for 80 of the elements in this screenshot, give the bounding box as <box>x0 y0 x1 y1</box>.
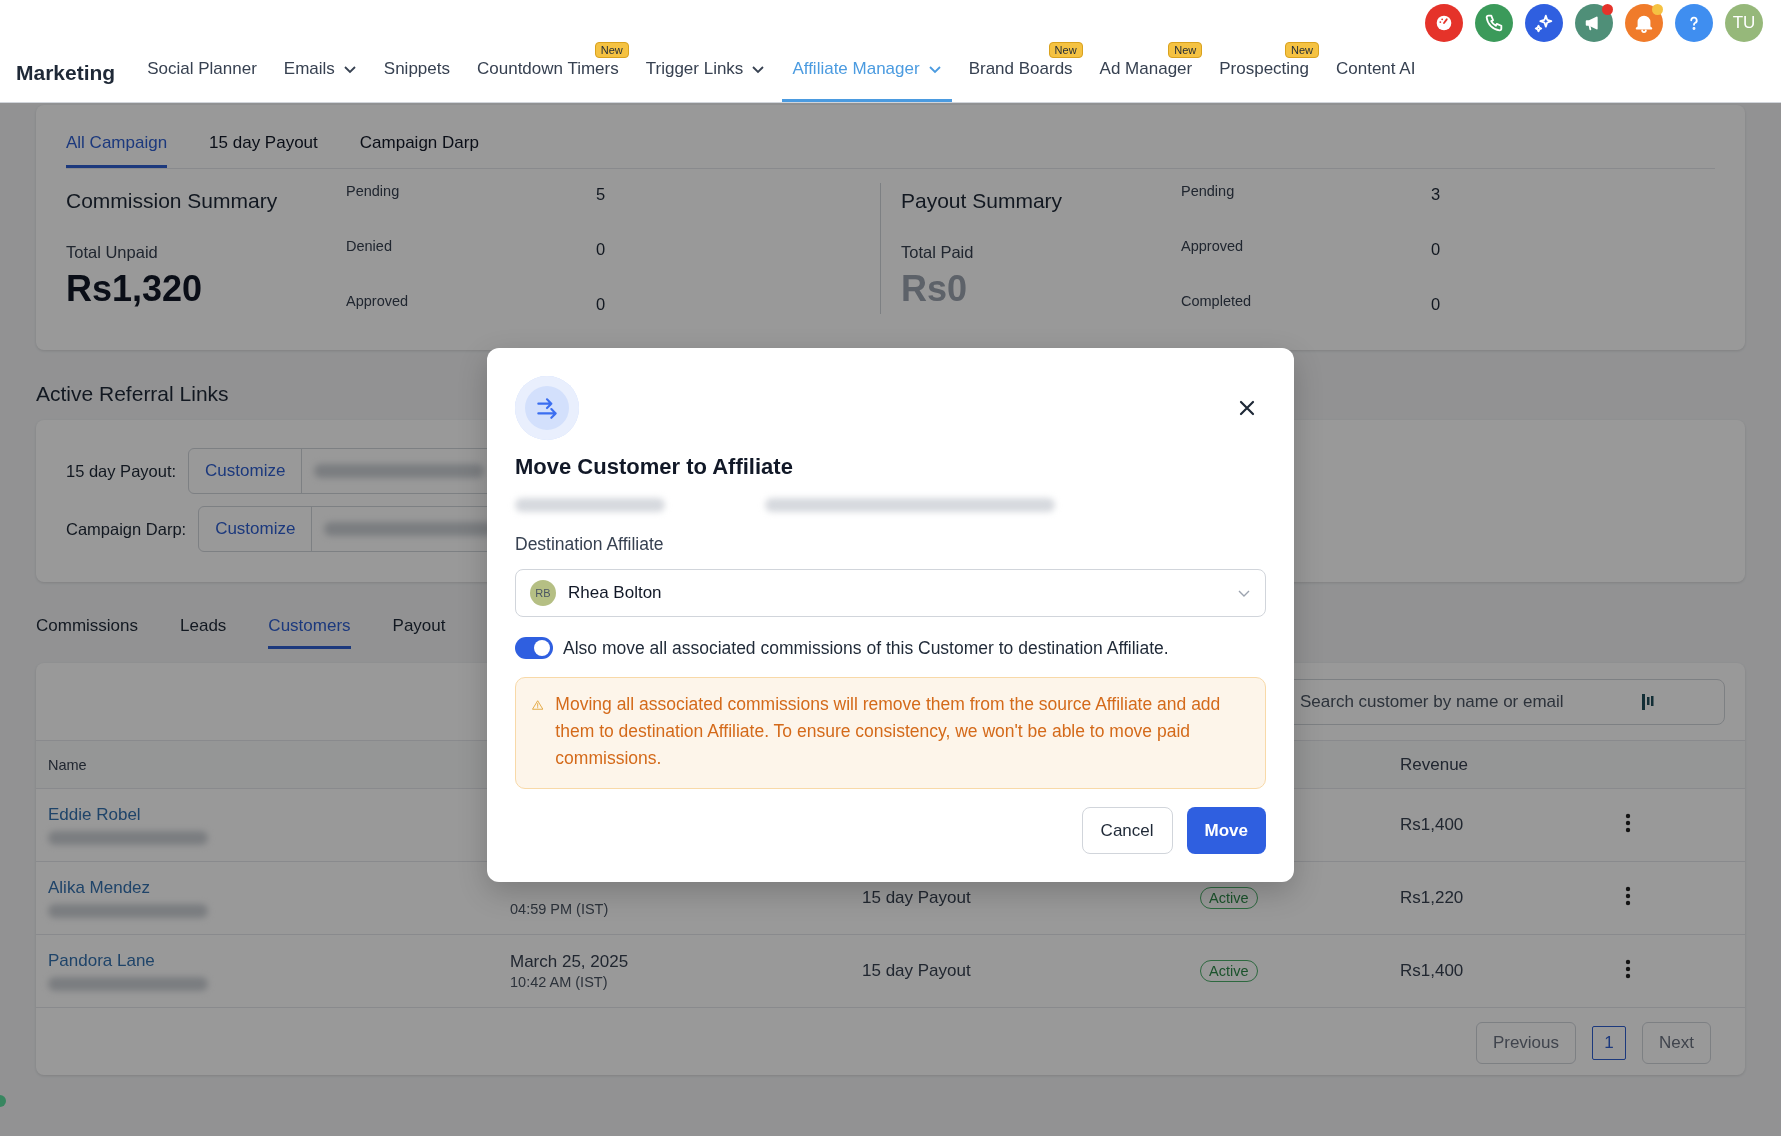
bell-button[interactable] <box>1625 4 1663 42</box>
campaign-name: 15 day Payout <box>862 888 971 907</box>
nav-tab[interactable]: New Ad Manager <box>1089 42 1203 102</box>
nav-tab[interactable]: Trigger Links <box>635 42 776 102</box>
time-text: 04:59 PM (IST) <box>510 901 610 917</box>
total-label: Total Unpaid <box>66 243 159 262</box>
more-options-icon[interactable] <box>1625 813 1631 833</box>
stat-label: Completed <box>1181 293 1253 311</box>
section-title: Active Referral Links <box>36 382 230 406</box>
app-title: Marketing <box>16 61 116 85</box>
move-button[interactable]: Move <box>1186 807 1266 854</box>
revenue-amount: Rs1,220 <box>1400 888 1464 907</box>
total-amount: Rs1,320 <box>66 268 204 310</box>
revenue-amount: Rs1,400 <box>1400 961 1464 980</box>
page-button[interactable]: 1 <box>1592 1026 1627 1060</box>
section-tab[interactable]: Payout <box>392 610 446 649</box>
link-label: Campaign Darp: <box>66 519 187 539</box>
customer-name-link[interactable]: Pandora Lane <box>48 951 510 971</box>
stat-value: 0 <box>596 295 606 314</box>
stat-label: Pending <box>1181 183 1236 201</box>
stat-label: Approved <box>1181 238 1245 256</box>
toggle-label: Also move all associated commissions of this Customer to destination Affiliate. <box>563 637 1169 659</box>
stat-label: Approved <box>346 293 410 311</box>
help-button[interactable] <box>1675 4 1713 42</box>
nav-tab[interactable]: Social Planner <box>137 42 267 102</box>
column-header: Revenue <box>1400 754 1470 775</box>
nav-tab[interactable]: Content AI <box>1326 42 1426 102</box>
nav-tab[interactable]: New Prospecting <box>1209 42 1319 102</box>
affiliate-select[interactable]: RB Rhea Bolton <box>515 569 1266 617</box>
cancel-button[interactable]: Cancel <box>1081 807 1173 854</box>
stat-value: 0 <box>1431 295 1441 314</box>
phone-button[interactable] <box>1475 4 1513 42</box>
stat-value: 5 <box>596 185 606 204</box>
stat-value: 3 <box>1431 185 1441 204</box>
section-tab[interactable]: Customers <box>268 610 351 649</box>
nav-tab[interactable]: New Brand Boards <box>958 42 1083 102</box>
link-label: 15 day Payout: <box>66 461 177 481</box>
stat-value: 0 <box>596 240 606 259</box>
new-badge: New <box>1285 42 1319 58</box>
stat-label: Denied <box>346 238 393 256</box>
stat-value: 0 <box>1431 240 1441 259</box>
section-tab[interactable]: Leads <box>180 610 227 649</box>
more-options-icon[interactable] <box>1625 959 1631 979</box>
campaign-tab[interactable]: Campaign Darp <box>359 125 479 168</box>
phone-icon <box>1483 12 1505 34</box>
total-label: Total Paid <box>901 243 975 262</box>
campaign-name: 15 day Payout <box>862 961 971 980</box>
new-badge: New <box>594 42 629 58</box>
bars-icon <box>1641 692 1655 711</box>
previous-button[interactable]: Previous <box>1475 1022 1577 1064</box>
sparkle-button[interactable] <box>1525 4 1563 42</box>
toggle-switch[interactable] <box>515 637 553 659</box>
nav-tab[interactable]: Emails <box>273 42 367 102</box>
stat-label: Pending <box>346 183 401 201</box>
revenue-amount: Rs1,400 <box>1400 815 1464 834</box>
nav-tab[interactable]: New Countdown Timers <box>467 42 629 102</box>
total-amount: Rs0 <box>901 268 969 310</box>
close-icon[interactable] <box>1238 399 1256 417</box>
nav-tab[interactable]: Affiliate Manager <box>782 42 952 102</box>
campaign-tab[interactable]: 15 day Payout <box>209 125 318 168</box>
column-header: Name <box>48 756 88 773</box>
megaphone-button[interactable] <box>1575 4 1613 42</box>
more-options-icon[interactable] <box>1625 886 1631 906</box>
affiliate-avatar: RB <box>530 580 556 606</box>
new-badge: New <box>1048 42 1083 58</box>
nav-tab[interactable]: Snippets <box>373 42 460 102</box>
new-badge: New <box>1168 42 1203 58</box>
summary-title: Payout Summary <box>901 189 1064 213</box>
customer-name-link[interactable]: Alika Mendez <box>48 878 510 898</box>
warning-text: Moving all associated commissions will remove them from the source Affiliate and add them to destination Affiliate. To ensure consistency, we won't be able to move paid commissions. <box>555 693 1222 770</box>
dialog-title: Move Customer to Affiliate <box>515 454 794 480</box>
time-text: 10:42 AM (IST) <box>510 974 609 990</box>
date-text: March 25, 2025 <box>510 952 630 972</box>
campaign-tab[interactable]: All Campaign <box>66 125 168 168</box>
gauge-button[interactable] <box>1425 4 1463 42</box>
sparkle-icon <box>1533 12 1555 34</box>
summary-title: Commission Summary <box>66 189 279 213</box>
section-tab[interactable]: Commissions <box>36 610 139 649</box>
field-label: Destination Affiliate <box>515 534 665 555</box>
next-button[interactable]: Next <box>1642 1022 1711 1064</box>
